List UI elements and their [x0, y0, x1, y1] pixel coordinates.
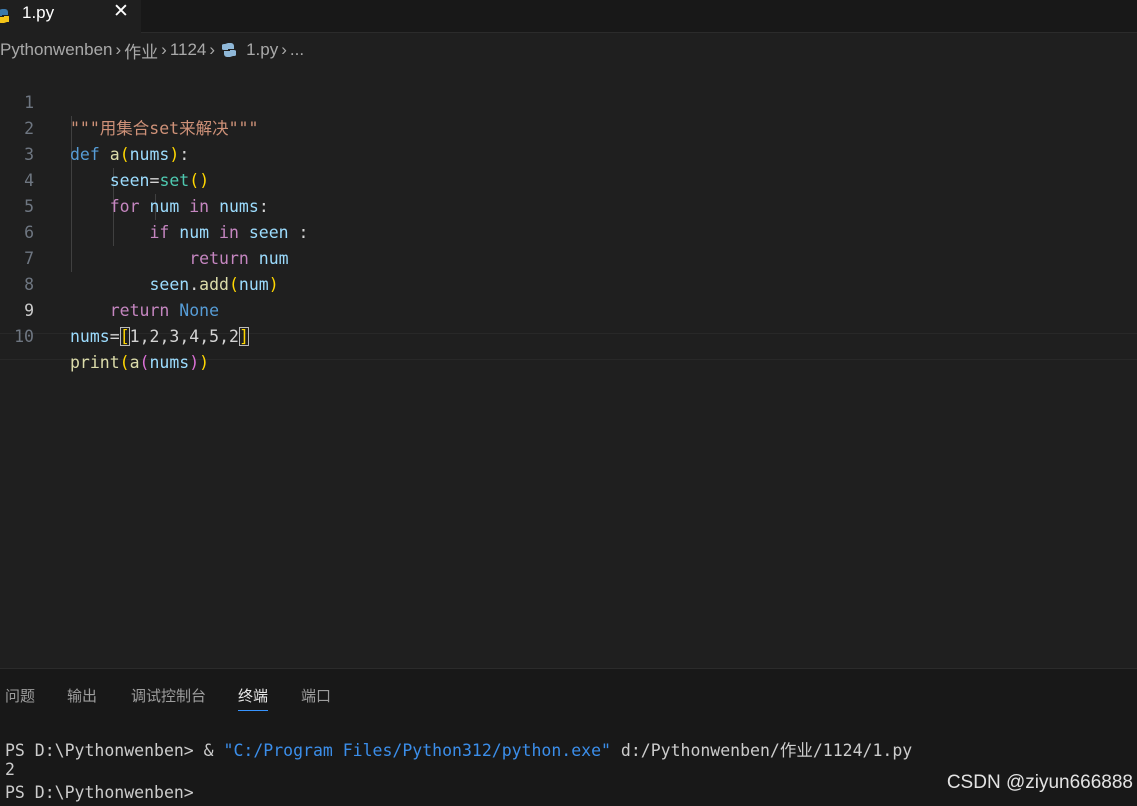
code-punctuation: , — [219, 327, 229, 346]
code-punctuation: ( — [119, 353, 130, 372]
code-number: 5 — [209, 327, 220, 346]
breadcrumb-item-root[interactable]: Pythonwenben — [0, 40, 112, 60]
code-line: 6 return num — [0, 194, 1137, 268]
terminal-output: 2 — [5, 760, 15, 779]
code-punctuation: ] — [238, 327, 249, 346]
python-file-icon — [0, 9, 9, 23]
code-token: a — [129, 353, 140, 372]
tab-ports[interactable]: 端口 — [301, 685, 331, 706]
code-punctuation: , — [179, 327, 190, 346]
code-text: print(a(nums)) — [70, 350, 209, 376]
chevron-right-icon: › — [161, 40, 167, 59]
tab-1py[interactable]: 1.py ✕ — [0, 0, 141, 33]
code-line: 10 print(a(nums)) — [0, 298, 1137, 372]
code-punctuation: ) — [199, 353, 210, 372]
code-line: 8 return None — [0, 246, 1137, 320]
close-icon[interactable]: ✕ — [113, 0, 129, 23]
editor-tab-bar: 1.py ✕ — [0, 0, 1137, 33]
code-punctuation: ( — [139, 353, 150, 372]
tab-problems[interactable]: 问题 — [5, 685, 35, 706]
breadcrumb-item-file[interactable]: 1.py — [246, 40, 278, 60]
tab-divider — [141, 32, 1137, 33]
code-line: 9 nums=[1,2,3,4,5,2] — [0, 272, 1137, 346]
code-line: 3 seen=set() — [0, 116, 1137, 190]
terminal-arg: d:/Pythonwenben/作业/1124/1.py — [610, 741, 913, 760]
terminal-command-line: PS D:\Pythonwenben> & "C:/Program Files/… — [5, 737, 912, 761]
breadcrumb: Pythonwenben › 作业 › 1124 › 1.py › ... — [0, 38, 304, 63]
chevron-right-icon: › — [281, 40, 287, 59]
line-number: 10 — [14, 327, 34, 346]
code-number: 2 — [229, 327, 239, 346]
chevron-right-icon: › — [209, 40, 216, 59]
breadcrumb-item-subfolder[interactable]: 1124 — [170, 40, 207, 60]
code-number: 3 — [169, 327, 180, 346]
code-editor[interactable]: 1 """用集合set来解决""" 2 def a(nums): 3 seen=… — [0, 64, 1137, 664]
code-line: 5 if num in seen : — [0, 168, 1137, 242]
code-line: 1 """用集合set来解决""" — [0, 64, 1137, 138]
code-punctuation: , — [159, 327, 170, 346]
breadcrumb-item-folder[interactable]: 作业 — [124, 38, 158, 63]
breadcrumb-item-symbols[interactable]: ... — [290, 40, 304, 60]
terminal-prompt: PS D:\Pythonwenben> & — [5, 741, 224, 760]
terminal-exe-path: "C:/Program Files/Python312/python.exe" — [223, 741, 611, 760]
code-token: print — [70, 353, 120, 372]
code-text: nums=[1,2,3,4,5,2] — [70, 324, 249, 350]
code-line: 4 for num in nums: — [0, 142, 1137, 216]
terminal-prompt-line[interactable]: PS D:\Pythonwenben> — [5, 783, 194, 802]
code-number: 4 — [189, 327, 200, 346]
code-line: 7 seen.add(num) — [0, 220, 1137, 294]
code-number: 1 — [129, 327, 140, 346]
tab-output[interactable]: 输出 — [67, 685, 97, 706]
code-punctuation: , — [139, 327, 150, 346]
python-file-icon — [222, 43, 237, 57]
code-punctuation: ) — [189, 353, 200, 372]
tab-terminal[interactable]: 终端 — [238, 685, 269, 711]
code-punctuation: [ — [119, 327, 130, 346]
chevron-right-icon: › — [115, 40, 122, 59]
code-number: 2 — [149, 327, 160, 346]
code-token: nums — [70, 327, 110, 346]
code-punctuation: , — [199, 327, 210, 346]
code-line: 2 def a(nums): — [0, 90, 1137, 164]
code-punctuation: = — [109, 327, 120, 346]
watermark: CSDN @ziyun666888 — [946, 772, 1133, 793]
tab-label: 1.py — [22, 3, 55, 22]
code-token: nums — [149, 353, 190, 372]
tab-debug-console[interactable]: 调试控制台 — [131, 685, 206, 706]
